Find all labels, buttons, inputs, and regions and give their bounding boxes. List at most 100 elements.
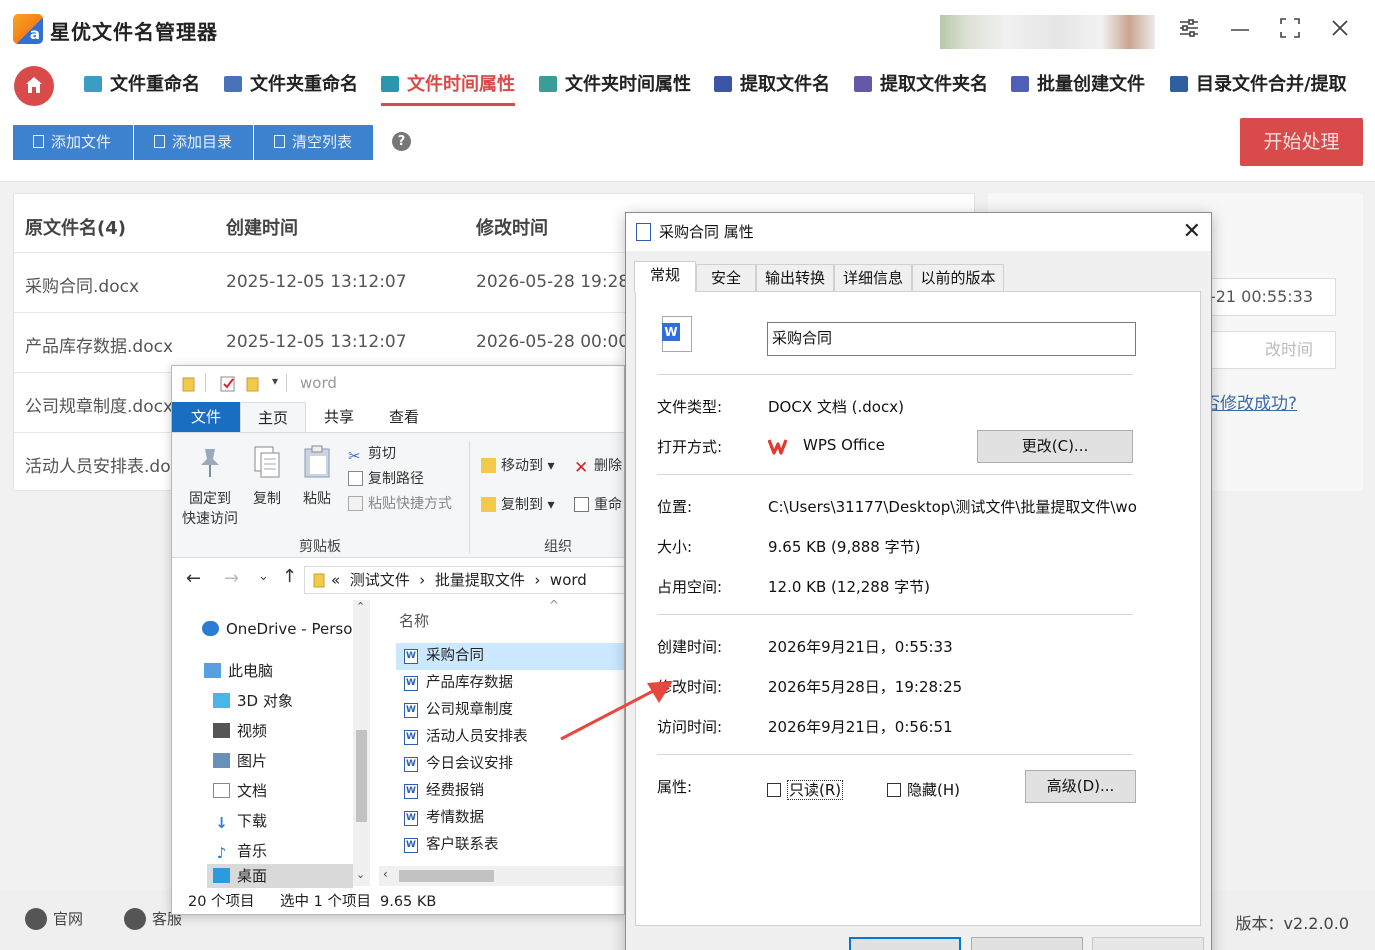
- tab-details[interactable]: 详细信息: [834, 264, 912, 291]
- wps-icon: [768, 439, 788, 455]
- breadcrumb-item[interactable]: word: [550, 571, 587, 589]
- file-row[interactable]: 考情数据: [396, 805, 624, 832]
- file-row[interactable]: 经费报销: [396, 778, 624, 805]
- clear-list-button[interactable]: 清空列表: [254, 125, 373, 160]
- nav-tab-extract-foldername[interactable]: 提取文件夹名: [854, 70, 988, 106]
- forward-arrow-icon[interactable]: →: [224, 568, 239, 589]
- properties-icon: [220, 376, 235, 392]
- back-arrow-icon[interactable]: ←: [186, 568, 201, 589]
- nav-desktop[interactable]: 桌面: [207, 864, 353, 888]
- nav-tab-file-rename[interactable]: 文件重命名: [84, 70, 200, 106]
- toolbar: 添加文件 添加目录 清空列表 ? 开始处理: [0, 110, 1375, 182]
- nav-videos[interactable]: 视频: [213, 720, 267, 741]
- ok-button[interactable]: [849, 937, 961, 950]
- nav-onedrive[interactable]: OneDrive - Persor: [202, 620, 359, 638]
- nav-tab-file-time[interactable]: 文件时间属性: [381, 70, 515, 106]
- paste-shortcut-button[interactable]: 粘贴快捷方式: [348, 493, 452, 513]
- breadcrumb[interactable]: « 测试文件 › 批量提取文件 › word: [304, 566, 624, 594]
- sort-caret-icon: ^: [549, 598, 560, 612]
- pin-quick-access-button[interactable]: 固定到 快速访问: [178, 445, 242, 529]
- horizontal-scrollbar[interactable]: ‹: [379, 866, 624, 886]
- word-doc-icon: [404, 811, 418, 826]
- maximize-icon[interactable]: [1277, 16, 1303, 42]
- nav-tab-merge-extract[interactable]: 目录文件合并/提取: [1170, 70, 1347, 106]
- navigation-pane: OneDrive - Persor 此电脑 3D 对象 视频 图片 文档 ↓ 下载…: [172, 600, 372, 888]
- close-icon[interactable]: [1327, 16, 1353, 42]
- pc-icon: [204, 663, 221, 678]
- website-link[interactable]: 官网: [25, 908, 83, 930]
- word-doc-icon: [404, 649, 418, 664]
- home-button[interactable]: [14, 66, 54, 106]
- close-icon[interactable]: ✕: [1183, 220, 1201, 244]
- up-arrow-icon[interactable]: ↑: [282, 566, 297, 587]
- nav-tab-batch-create[interactable]: 批量创建文件: [1011, 70, 1145, 106]
- copy-to-button[interactable]: 复制到 ▾: [481, 494, 554, 514]
- start-button[interactable]: 开始处理: [1240, 118, 1363, 166]
- tab-share[interactable]: 共享: [306, 402, 372, 432]
- chat-icon: [124, 908, 146, 930]
- nav-music[interactable]: ♪ 音乐: [213, 840, 267, 861]
- file-row[interactable]: 客户联系表: [396, 832, 624, 859]
- quick-access-dropdown-icon[interactable]: ▾: [272, 374, 278, 388]
- modified-time-value: 2026年5月28日，19:28:25: [768, 678, 963, 696]
- paste-button[interactable]: 粘贴: [298, 445, 336, 509]
- main-nav: 文件重命名 文件夹重命名 文件时间属性 文件夹时间属性 提取文件名 提取文件夹名…: [0, 58, 1375, 110]
- advanced-button[interactable]: 高级(D)...: [1025, 770, 1136, 803]
- add-file-button[interactable]: 添加文件: [13, 125, 133, 160]
- delete-button[interactable]: ✕ 删除: [574, 455, 622, 477]
- nav-this-pc[interactable]: 此电脑: [204, 660, 273, 681]
- ribbon-separator: [469, 441, 470, 553]
- col-header-created[interactable]: 创建时间: [226, 214, 298, 240]
- file-row[interactable]: 采购合同: [396, 643, 624, 670]
- settings-icon[interactable]: [1176, 16, 1202, 42]
- file-icon: [154, 135, 165, 148]
- item-count: 20 个项目: [188, 894, 255, 910]
- nav-tab-folder-time[interactable]: 文件夹时间属性: [539, 70, 691, 106]
- recent-dropdown-icon[interactable]: ⌄: [258, 569, 269, 584]
- add-dir-button[interactable]: 添加目录: [134, 125, 253, 160]
- nav-tab-extract-filename[interactable]: 提取文件名: [714, 70, 830, 106]
- col-header-name[interactable]: 原文件名(4): [25, 214, 126, 240]
- word-doc-icon: [404, 730, 418, 745]
- home-icon: [26, 77, 42, 93]
- copy-button[interactable]: 复制: [248, 445, 286, 509]
- size-value: 9.65 KB (9,888 字节): [768, 538, 921, 556]
- user-avatar-blurred[interactable]: [940, 15, 1155, 49]
- word-doc-icon: [404, 784, 418, 799]
- move-to-button[interactable]: 移动到 ▾: [481, 455, 554, 475]
- nav-pictures[interactable]: 图片: [213, 750, 267, 771]
- file-row[interactable]: 今日会议安排: [396, 751, 624, 778]
- tab-view[interactable]: 查看: [371, 402, 437, 432]
- nav-pane-scrollbar[interactable]: ⌃ ⌄: [353, 600, 370, 886]
- apply-button[interactable]: [1092, 937, 1204, 950]
- check-modified-link[interactable]: 否修改成功?: [1203, 389, 1297, 414]
- nav-downloads[interactable]: ↓ 下载: [213, 810, 267, 831]
- nav-tab-folder-rename[interactable]: 文件夹重命名: [224, 70, 358, 106]
- readonly-checkbox[interactable]: 只读(R): [767, 779, 844, 800]
- tab-home[interactable]: 主页: [240, 402, 306, 432]
- help-icon[interactable]: ?: [392, 132, 411, 151]
- clipboard-icon: [304, 445, 330, 478]
- copy-path-button[interactable]: 复制路径: [348, 468, 424, 488]
- breadcrumb-item[interactable]: 批量提取文件: [435, 571, 525, 589]
- shortcut-icon: [348, 496, 363, 511]
- col-header-modified[interactable]: 修改时间: [476, 214, 548, 240]
- rename-button[interactable]: 重命: [574, 494, 622, 514]
- hidden-checkbox[interactable]: 隐藏(H): [887, 779, 960, 800]
- change-button[interactable]: 更改(C)...: [977, 430, 1133, 463]
- nav-3d-objects[interactable]: 3D 对象: [213, 690, 293, 711]
- copy-icon: [254, 446, 280, 478]
- tab-general[interactable]: 常规: [634, 261, 696, 292]
- cut-button[interactable]: ✂ 剪切: [348, 443, 396, 464]
- column-header-name[interactable]: 名称: [399, 610, 429, 631]
- tab-security[interactable]: 安全: [696, 264, 756, 291]
- minimize-icon[interactable]: [1227, 16, 1253, 42]
- cancel-button[interactable]: [971, 937, 1083, 950]
- tab-previous-versions[interactable]: 以前的版本: [912, 264, 1004, 291]
- nav-documents[interactable]: 文档: [213, 780, 267, 801]
- tab-output-convert[interactable]: 输出转换: [756, 264, 834, 291]
- breadcrumb-item[interactable]: 测试文件: [350, 571, 410, 589]
- file-name-input[interactable]: 采购合同: [767, 322, 1136, 356]
- tab-file[interactable]: 文件: [172, 402, 240, 432]
- dialog-title: 采购合同 属性: [659, 223, 754, 241]
